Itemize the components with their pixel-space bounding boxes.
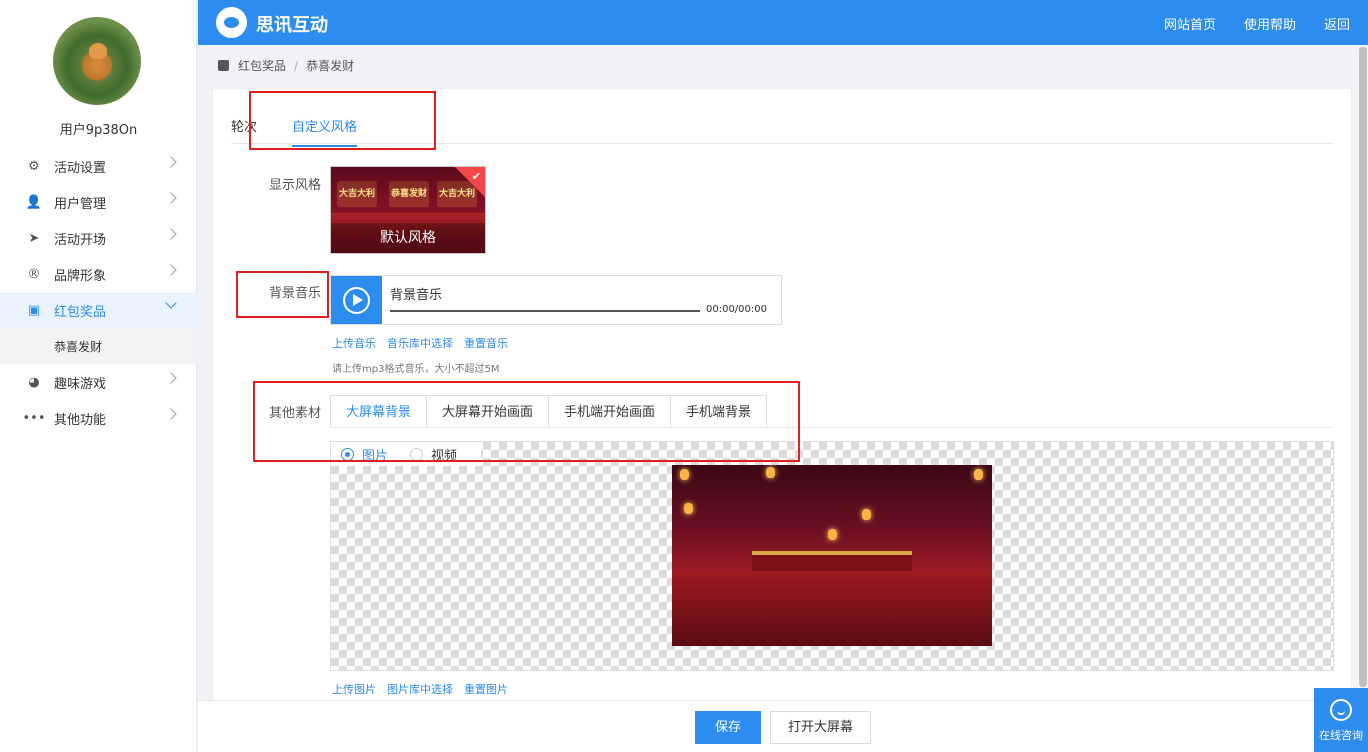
sidebar-item-label: 用户管理	[54, 196, 107, 212]
scrollbar[interactable]	[1358, 45, 1368, 700]
sidebar-item-activity-settings[interactable]: ⚙ 活动设置	[0, 148, 197, 184]
registered-icon: ®	[27, 266, 41, 282]
music-actions: 上传音乐 音乐库中选择 重置音乐	[332, 335, 508, 351]
highlight-box	[236, 271, 329, 318]
chevron-right-icon	[165, 192, 177, 204]
background-image-preview	[672, 465, 992, 646]
breadcrumb-separator: /	[294, 58, 299, 73]
style-card-caption: 默认风格	[331, 223, 485, 253]
audio-progress-track[interactable]	[390, 310, 700, 312]
lantern	[680, 469, 689, 480]
image-actions: 上传图片 图片库中选择 重置图片	[332, 681, 508, 697]
user-icon: 👤	[25, 194, 43, 210]
more-icon: •••	[22, 410, 46, 426]
audio-title: 背景音乐	[390, 288, 443, 303]
save-button[interactable]: 保存	[695, 711, 761, 744]
nav-home-link[interactable]: 网站首页	[1164, 14, 1216, 33]
chevron-right-icon	[165, 228, 177, 240]
lantern	[974, 469, 983, 480]
sidebar-item-activity-opening[interactable]: ➤ 活动开场	[0, 220, 197, 256]
sidebar-item-brand-image[interactable]: ® 品牌形象	[0, 256, 197, 292]
lantern	[684, 503, 693, 514]
paper-plane-icon: ➤	[28, 230, 40, 246]
sidebar-item-other-functions[interactable]: ••• 其他功能	[0, 400, 197, 436]
play-button[interactable]	[331, 276, 382, 324]
play-icon	[343, 286, 370, 314]
lantern	[828, 529, 837, 540]
audio-player: 背景音乐 00:00/00:00	[330, 275, 782, 325]
sidebar-item-label: 活动开场	[54, 232, 107, 248]
display-style-label: 显示风格	[268, 178, 321, 193]
reset-image-link[interactable]: 重置图片	[464, 681, 508, 697]
style-mini-preview: 大吉大利	[337, 181, 377, 207]
scrollbar-thumb[interactable]	[1359, 47, 1367, 687]
breadcrumb-parent[interactable]: 红包奖品	[238, 57, 286, 74]
sidebar: 用户9p38On ⚙ 活动设置 👤 用户管理 ➤ 活动开场 ® 品牌形象 ▣ 红…	[0, 0, 197, 752]
style-mini-preview: 恭喜发财	[389, 181, 429, 207]
audio-time: 00:00/00:00	[705, 304, 767, 315]
highlight-box	[249, 91, 436, 150]
style-card-default[interactable]: 大吉大利 恭喜发财 大吉大利 默认风格 ✔	[330, 166, 486, 254]
lantern	[862, 509, 871, 520]
sidebar-item-label: 趣味游戏	[54, 376, 107, 392]
nav-back-link[interactable]: 返回	[1324, 14, 1350, 33]
palace-base	[672, 571, 992, 646]
online-consult-button[interactable]: 在线咨询	[1314, 688, 1368, 752]
sidebar-item-label: 其他功能	[54, 412, 107, 428]
logo-icon	[216, 7, 247, 38]
headset-icon	[1330, 699, 1352, 721]
game-icon: ◕	[28, 374, 40, 390]
sidebar-item-label: 品牌形象	[54, 268, 107, 284]
header-nav: 网站首页 使用帮助 返回	[1164, 14, 1350, 33]
upload-music-link[interactable]: 上传音乐	[332, 335, 376, 351]
chevron-right-icon	[165, 264, 177, 276]
sidebar-menu: ⚙ 活动设置 👤 用户管理 ➤ 活动开场 ® 品牌形象 ▣ 红包奖品 恭喜发财 …	[0, 148, 197, 436]
open-big-screen-button[interactable]: 打开大屏幕	[770, 711, 871, 744]
top-header: 思讯互动 网站首页 使用帮助 返回	[198, 0, 1368, 45]
app-title: 思讯互动	[256, 15, 328, 36]
check-icon: ✔	[471, 170, 481, 183]
online-consult-label: 在线咨询	[1319, 729, 1363, 742]
chevron-right-icon	[165, 372, 177, 384]
reset-music-link[interactable]: 重置音乐	[464, 335, 508, 351]
sidebar-subitem-gongxi-facai[interactable]: 恭喜发财	[0, 328, 197, 364]
avatar[interactable]	[53, 17, 141, 105]
chevron-right-icon	[165, 408, 177, 420]
lantern	[766, 467, 775, 478]
sidebar-item-label: 红包奖品	[54, 304, 107, 320]
gift-icon: ▣	[27, 302, 41, 318]
chevron-right-icon	[165, 156, 177, 168]
nav-help-link[interactable]: 使用帮助	[1244, 14, 1296, 33]
upload-image-link[interactable]: 上传图片	[332, 681, 376, 697]
music-library-link[interactable]: 音乐库中选择	[387, 335, 453, 351]
image-library-link[interactable]: 图片库中选择	[387, 681, 453, 697]
breadcrumb: 红包奖品 / 恭喜发财	[218, 57, 354, 74]
sidebar-item-label: 活动设置	[54, 160, 107, 176]
sidebar-item-red-packet-prizes[interactable]: ▣ 红包奖品	[0, 292, 197, 328]
sidebar-item-fun-games[interactable]: ◕ 趣味游戏	[0, 364, 197, 400]
gift-icon	[218, 60, 229, 71]
gear-icon: ⚙	[28, 158, 40, 174]
username: 用户9p38On	[59, 123, 138, 138]
background-preview-area: 图片 视频	[330, 441, 1334, 671]
sidebar-item-user-management[interactable]: 👤 用户管理	[0, 184, 197, 220]
highlight-box	[253, 381, 800, 462]
breadcrumb-current: 恭喜发财	[306, 59, 355, 73]
footer-bar: 保存 打开大屏幕	[198, 700, 1368, 752]
chevron-down-icon	[165, 297, 177, 309]
music-hint: 请上传mp3格式音乐，大小不超过5M	[332, 364, 500, 375]
